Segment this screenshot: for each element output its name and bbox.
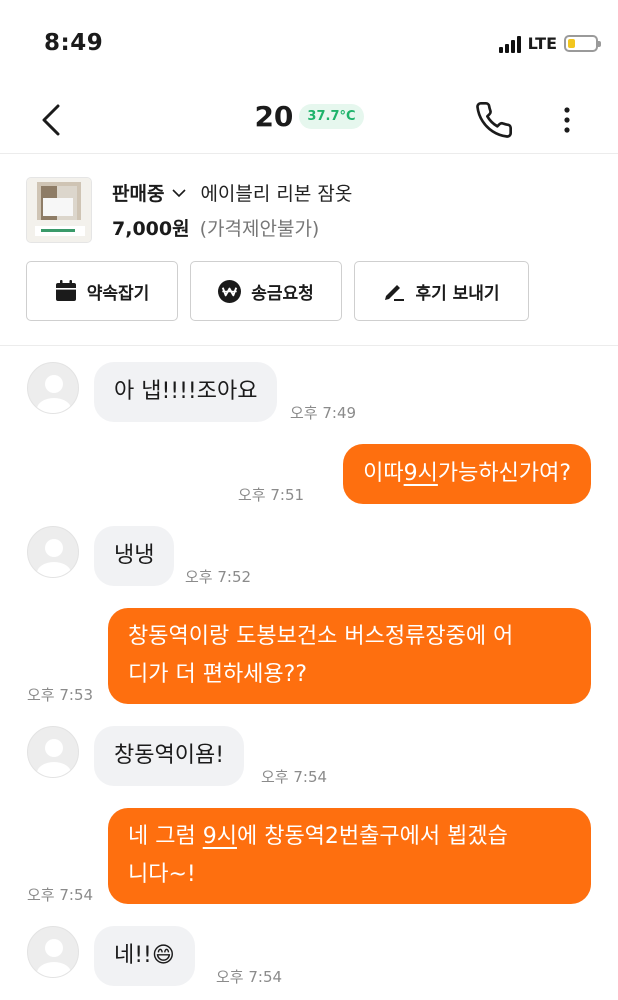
message-text: 네!!: [114, 943, 152, 968]
message-time: 오후 7:54: [27, 886, 94, 904]
sale-status-dropdown[interactable]: 판매중: [112, 179, 164, 206]
message-text: 아 냅!!!!조아요: [114, 379, 258, 404]
request-transfer-button[interactable]: 송금요청: [190, 261, 342, 321]
message-time: 오후 7:52: [185, 568, 252, 586]
product-summary: 판매중 에이블리 리본 잠옷 7,000원 (가격제안불가) 약속잡기 송금요청…: [0, 155, 618, 346]
partner-avatar[interactable]: [27, 362, 79, 414]
status-time: 8:49: [44, 30, 104, 56]
message-text-line-1: 창동역이랑 도봉보건소 버스정류장중에 어: [128, 624, 514, 649]
schedule-appointment-button[interactable]: 약속잡기: [26, 261, 178, 321]
chat-messages[interactable]: 아 냅!!!!조아요 오후 7:49 이따9시가능하신가여? 오후 7:51 냉…: [0, 347, 618, 1000]
message-time: 오후 7:49: [290, 404, 357, 422]
message-text: 이따9시가능하신가여?: [363, 461, 571, 486]
chevron-down-icon[interactable]: [172, 188, 187, 198]
send-review-button[interactable]: 후기 보내기: [354, 261, 529, 321]
product-info: 판매중 에이블리 리본 잠옷 7,000원 (가격제안불가): [112, 179, 352, 241]
battery-level: [568, 39, 575, 48]
message-bubble-incoming[interactable]: 냉냉: [94, 526, 175, 586]
more-options-button[interactable]: [552, 100, 582, 140]
product-thumbnail[interactable]: [26, 177, 92, 243]
partner-avatar[interactable]: [27, 926, 79, 978]
message-text-line-1: 네 그럼 9시에 창동역2번출구에서 뵙겠습: [128, 824, 508, 849]
status-bar: 8:49 LTE: [0, 0, 618, 90]
chat-title: 20 37.7°C: [0, 100, 618, 133]
manner-temperature-badge: 37.7°C: [299, 104, 364, 129]
default-profile-icon: [37, 539, 71, 577]
pencil-icon: [385, 285, 405, 301]
message-bubble-outgoing[interactable]: 이따9시가능하신가여?: [343, 444, 591, 504]
partner-avatar[interactable]: [27, 526, 79, 578]
won-icon: [218, 279, 242, 303]
partner-name: 20: [254, 100, 294, 133]
status-indicators: LTE: [498, 34, 601, 53]
action-buttons: 약속잡기 송금요청 후기 보내기: [26, 261, 529, 321]
call-button[interactable]: [474, 100, 514, 140]
grinning-emoji: 😄: [151, 943, 175, 968]
message-time: 오후 7:53: [27, 686, 94, 704]
message-bubble-incoming[interactable]: 네!!😄: [94, 926, 195, 986]
message-bubble-outgoing[interactable]: 네 그럼 9시에 창동역2번출구에서 뵙겠습 니다~!: [108, 808, 591, 904]
default-profile-icon: [37, 739, 71, 777]
phone-icon: [476, 101, 513, 138]
message-text-line-2: 디가 더 편하세용??: [128, 662, 308, 687]
message-bubble-outgoing[interactable]: 창동역이랑 도봉보건소 버스정류장중에 어 디가 더 편하세용??: [108, 608, 591, 704]
request-transfer-label: 송금요청: [251, 283, 314, 304]
product-price: 7,000원: [112, 218, 190, 240]
more-vertical-icon: [564, 107, 570, 133]
time-link[interactable]: 9시: [203, 824, 237, 849]
message-text: 냉냉: [114, 543, 155, 568]
message-text-line-2: 니다~!: [128, 862, 196, 887]
signal-icon: [498, 35, 521, 53]
time-link[interactable]: 9시: [404, 461, 438, 486]
chat-header: 20 37.7°C: [0, 90, 618, 154]
message-text: 창동역이욤!: [114, 743, 225, 768]
network-label: LTE: [527, 34, 557, 53]
message-time: 오후 7:51: [238, 486, 305, 504]
default-profile-icon: [37, 375, 71, 413]
product-title[interactable]: 에이블리 리본 잠옷: [200, 179, 352, 206]
default-profile-icon: [37, 939, 71, 977]
message-time: 오후 7:54: [216, 968, 283, 986]
product-image: [27, 178, 91, 242]
send-review-label: 후기 보내기: [415, 283, 500, 304]
partner-avatar[interactable]: [27, 726, 79, 778]
calendar-icon: [55, 280, 76, 301]
message-bubble-incoming[interactable]: 창동역이욤!: [94, 726, 245, 786]
schedule-appointment-label: 약속잡기: [86, 283, 150, 304]
price-negotiation-note: (가격제안불가): [199, 218, 320, 240]
message-time: 오후 7:54: [261, 768, 328, 786]
message-bubble-incoming[interactable]: 아 냅!!!!조아요: [94, 362, 278, 422]
battery-icon: [564, 35, 601, 52]
